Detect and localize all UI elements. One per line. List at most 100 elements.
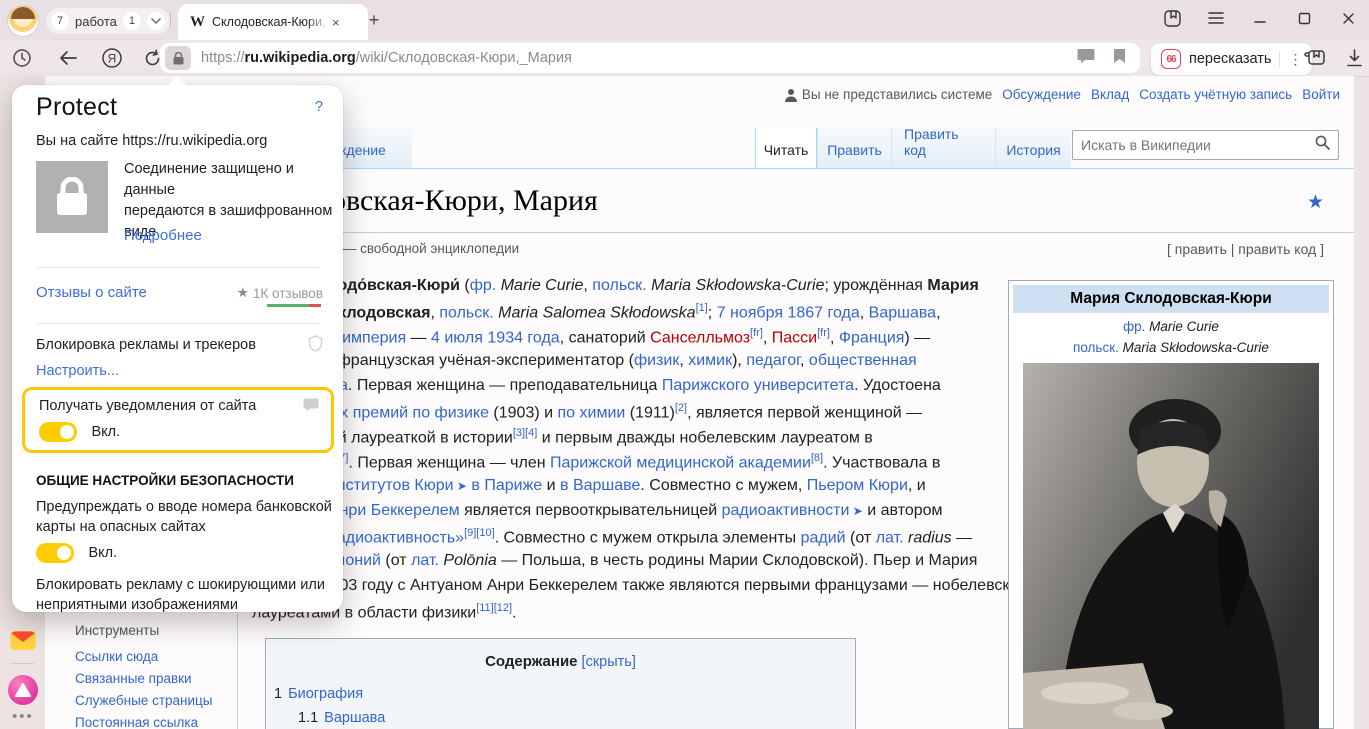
search-icon[interactable]: [1315, 135, 1330, 155]
wiki-link[interactable]: Парижской медицинской академии: [550, 454, 811, 471]
header-border: [237, 168, 1354, 169]
configure-link[interactable]: Настроить...: [36, 363, 119, 379]
wiki-link[interactable]: Пасси: [772, 329, 817, 346]
reference-link[interactable]: [11][12]: [476, 602, 512, 614]
article-text: (: [460, 277, 470, 294]
page-comments-icon[interactable]: [1077, 48, 1095, 69]
toc-item-warsaw[interactable]: 1.1Варшава: [298, 710, 855, 726]
article-line: создании Институтов Кюри ➤ в Париже и в …: [252, 477, 1038, 502]
article-line: нобелевской лауреаткой в истории[3][4] и…: [252, 427, 1038, 452]
tab-group-collapsed-badge[interactable]: 1: [123, 12, 141, 30]
profile-avatar[interactable]: [7, 5, 39, 37]
bankcard-toggle[interactable]: [36, 543, 74, 563]
details-link[interactable]: Подробнее: [124, 227, 202, 244]
reference-link[interactable]: [3][4]: [513, 427, 537, 439]
notifications-toggle[interactable]: [39, 422, 77, 442]
wiki-link[interactable]: физик: [634, 352, 679, 369]
avatar-hair: [11, 7, 35, 19]
strip-more-icon[interactable]: •••: [12, 708, 34, 725]
reference-link[interactable]: [8]: [811, 452, 823, 464]
alice-assistant-icon[interactable]: [8, 675, 38, 705]
wiki-link[interactable]: Санселльмоз: [650, 329, 750, 346]
maximize-icon[interactable]: [1295, 9, 1313, 27]
article-line: «луч») и полоний (от лат. Polōnia — Поль…: [252, 552, 1038, 577]
wiki-link[interactable]: 1867 года: [787, 304, 859, 321]
wiki-link[interactable]: польск.: [439, 304, 493, 321]
wiki-link[interactable]: Варшава: [869, 304, 936, 321]
reference-link[interactable]: [2]: [675, 402, 687, 414]
tab-edit[interactable]: Править: [817, 128, 891, 168]
personal-link-discussion[interactable]: Обсуждение: [1002, 87, 1081, 102]
retell-button[interactable]: 66 пересказать ⋮: [1150, 42, 1313, 76]
address-bar[interactable]: https://ru.wikipedia.org/wiki/Склодовска…: [160, 43, 1140, 73]
lock-icon[interactable]: [165, 46, 191, 70]
tab-close-icon[interactable]: ×: [332, 15, 340, 30]
wiki-link[interactable]: радий: [801, 529, 846, 546]
wiki-link[interactable]: 7 ноября: [717, 304, 783, 321]
minimize-icon[interactable]: [1251, 9, 1269, 27]
wiki-link[interactable]: лат.: [876, 529, 904, 546]
wiki-link[interactable]: 4 июля: [431, 329, 483, 346]
tab-read[interactable]: Читать: [755, 128, 817, 168]
tab-history[interactable]: История: [995, 128, 1071, 168]
reference-link[interactable]: [fr]: [750, 327, 763, 339]
reference-link[interactable]: [fr]: [817, 327, 830, 339]
history-clock-icon[interactable]: [10, 46, 34, 70]
wiki-link[interactable]: Франция: [839, 329, 905, 346]
wiki-link[interactable]: Пьером Кюри: [807, 477, 908, 494]
article-text: radius: [904, 529, 952, 546]
portrait-photo[interactable]: [1023, 363, 1319, 729]
close-icon[interactable]: [1339, 9, 1357, 27]
side-panel-icon[interactable]: [1303, 46, 1327, 70]
tab-group-работа[interactable]: 7 работа 1: [46, 8, 170, 34]
not-logged-in-label: Вы не представились системе: [784, 87, 992, 102]
wiki-link[interactable]: фр.: [470, 277, 497, 294]
sidebar-link-whatlinkshere[interactable]: Ссылки сюда: [75, 650, 212, 664]
wiki-link[interactable]: Институтов Кюри: [325, 477, 453, 494]
wiki-link[interactable]: лат.: [411, 552, 439, 569]
back-icon[interactable]: [56, 46, 80, 70]
search-input[interactable]: [1073, 137, 1315, 153]
site-reviews-link[interactable]: Отзывы о сайте: [36, 284, 147, 301]
toc-hide-link[interactable]: [скрыть]: [582, 654, 636, 670]
tab-divider: [170, 12, 171, 28]
wiki-link[interactable]: общественная: [809, 352, 917, 369]
wiki-link[interactable]: радиоактивности: [722, 502, 850, 519]
wiki-link[interactable]: польск.: [592, 277, 646, 294]
wiki-link[interactable]: Парижского университета: [662, 377, 854, 394]
reference-link[interactable]: [9][10]: [464, 527, 495, 539]
wiki-search[interactable]: [1072, 130, 1339, 160]
retell-more-icon[interactable]: ⋮: [1288, 51, 1302, 68]
wiki-link[interactable]: химик: [688, 352, 732, 369]
protect-title: Protect: [36, 93, 117, 122]
new-tab-button[interactable]: +: [362, 8, 386, 32]
downloads-icon[interactable]: [1342, 46, 1366, 70]
wiki-link[interactable]: 1934 года: [487, 329, 559, 346]
wiki-link[interactable]: радиоактивность»: [328, 529, 464, 546]
toc-header: Содержание: [485, 653, 577, 670]
tab-edit-source[interactable]: Править код: [891, 128, 995, 168]
toc-item-biography[interactable]: 1Биография: [274, 686, 855, 702]
tab-panel-icon[interactable]: [1163, 9, 1181, 27]
tab-group-chevron[interactable]: [147, 12, 165, 30]
yandex-mail-icon[interactable]: [9, 626, 37, 654]
watchlist-star-icon[interactable]: ★: [1307, 191, 1324, 214]
reference-link[interactable]: [1]: [696, 302, 708, 314]
active-tab[interactable]: W Склодовская-Кюри, Ма ×: [178, 4, 368, 40]
tab-title: Склодовская-Кюри, Ма: [212, 15, 330, 29]
wiki-link[interactable]: по химии: [558, 404, 626, 421]
wiki-link[interactable]: в Варшаве: [560, 477, 640, 494]
wiki-link[interactable]: педагог: [746, 352, 800, 369]
protect-help-link[interactable]: ?: [315, 99, 323, 115]
bookmark-flag-icon[interactable]: [1113, 48, 1126, 69]
personal-link-create-account[interactable]: Создать учётную запись: [1139, 87, 1292, 102]
sidebar-link-related-changes[interactable]: Связанные правки: [75, 672, 212, 686]
sidebar-link-permanent[interactable]: Постоянная ссылка: [75, 716, 212, 729]
sidebar-link-special-pages[interactable]: Служебные страницы: [75, 694, 212, 708]
section-edit-links[interactable]: [ править | править код ]: [1167, 241, 1324, 257]
personal-link-login[interactable]: Войти: [1302, 87, 1340, 102]
personal-link-contributions[interactable]: Вклад: [1091, 87, 1129, 102]
wiki-link[interactable]: в Париже: [471, 477, 542, 494]
menu-icon[interactable]: [1207, 9, 1225, 27]
yandex-button-icon[interactable]: Я: [100, 46, 124, 70]
